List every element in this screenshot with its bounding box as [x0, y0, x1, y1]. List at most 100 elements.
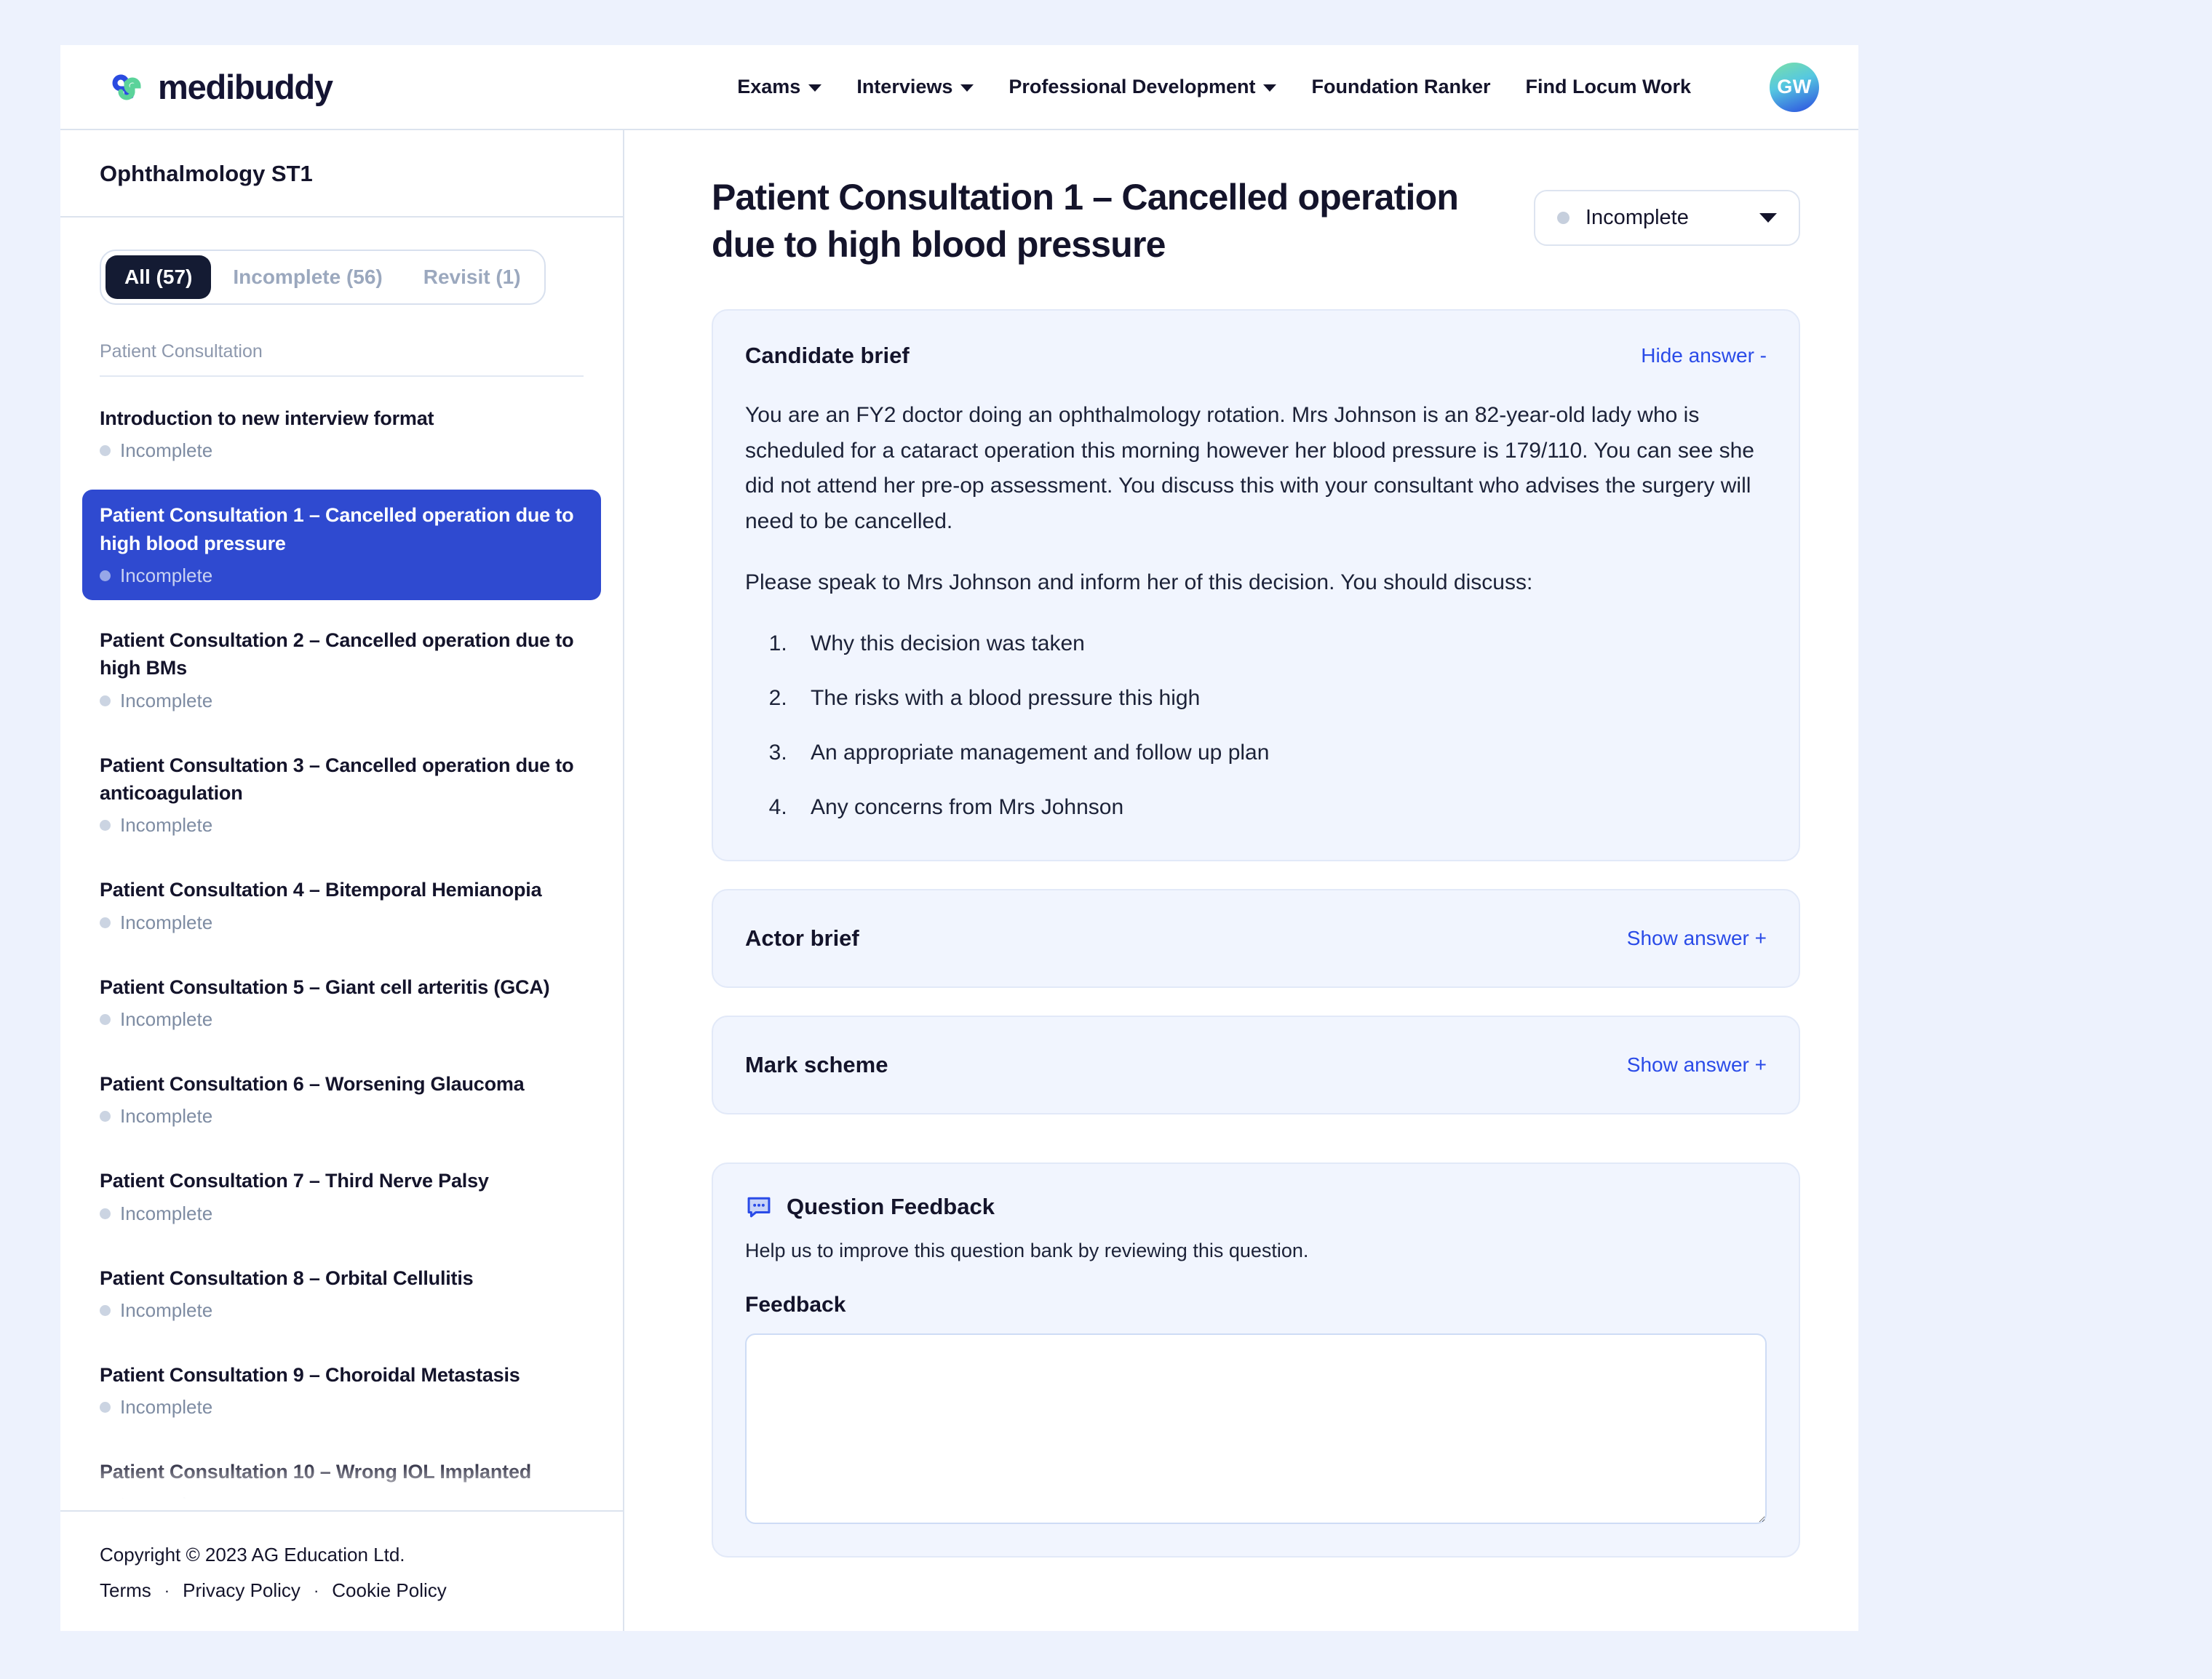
- nav-item-foundation-ranker[interactable]: Foundation Ranker: [1311, 76, 1490, 98]
- nav-item-label: Professional Development: [1008, 76, 1256, 97]
- body-split: Ophthalmology ST1 All (57) Incomplete (5…: [60, 130, 1858, 1631]
- feedback-header: Question Feedback: [745, 1193, 1767, 1221]
- status-dot-icon: [100, 820, 111, 831]
- list-item-title: Patient Consultation 9 – Choroidal Metas…: [100, 1363, 520, 1386]
- list-item[interactable]: Patient Consultation 3 – Cancelled opera…: [82, 740, 601, 850]
- status-label: Incomplete: [120, 1008, 213, 1030]
- show-answer-link-actor-brief[interactable]: Show answer +: [1627, 927, 1767, 950]
- status-dot-icon: [100, 917, 111, 928]
- filter-pill-all[interactable]: All (57): [106, 255, 212, 299]
- nav-item-exams[interactable]: Exams: [737, 76, 822, 98]
- filter-wrap: All (57) Incomplete (56) Revisit (1): [60, 218, 623, 305]
- feedback-field-label: Feedback: [745, 1292, 846, 1317]
- list-item[interactable]: Patient Consultation 9 – Choroidal Metas…: [82, 1349, 601, 1432]
- sidebar-footer: Copyright © 2023 AG Education Ltd. Terms…: [60, 1510, 623, 1631]
- filter-pill-incomplete[interactable]: Incomplete (56): [214, 255, 401, 299]
- brief-discussion-list: Why this decision was taken The risks wi…: [793, 627, 1767, 823]
- list-item-title: Patient Consultation 4 – Bitemporal Hemi…: [100, 879, 542, 901]
- status-dot-icon: [100, 1013, 111, 1025]
- brief-list-item: The risks with a blood pressure this hig…: [793, 682, 1767, 714]
- status-dropdown[interactable]: Incomplete: [1534, 190, 1800, 246]
- status-label: Incomplete: [120, 1202, 213, 1224]
- filter-pill-revisit[interactable]: Revisit (1): [405, 255, 540, 299]
- status-badge: Incomplete: [100, 565, 584, 587]
- footer-links: Terms · Privacy Policy · Cookie Policy: [100, 1579, 584, 1602]
- list-item-title: Patient Consultation 8 – Orbital Celluli…: [100, 1267, 474, 1289]
- list-item-title: Patient Consultation 7 – Third Nerve Pal…: [100, 1170, 489, 1192]
- list-item-title: Patient Consultation 2 – Cancelled opera…: [100, 629, 574, 679]
- mark-scheme-title: Mark scheme: [745, 1051, 888, 1077]
- status-label: Incomplete: [120, 1299, 213, 1321]
- app-shell: medibuddy Exams Interviews Professional …: [60, 45, 1858, 1631]
- list-item[interactable]: Patient Consultation 5 – Giant cell arte…: [82, 962, 601, 1044]
- card-header: Mark scheme Show answer +: [745, 1052, 1767, 1078]
- filter-pill-group: All (57) Incomplete (56) Revisit (1): [100, 250, 546, 305]
- show-answer-link-mark-scheme[interactable]: Show answer +: [1627, 1053, 1767, 1077]
- question-list[interactable]: Introduction to new interview format Inc…: [60, 377, 623, 1510]
- actor-brief-title: Actor brief: [745, 925, 859, 951]
- footer-link-terms[interactable]: Terms: [100, 1579, 151, 1602]
- feedback-title: Question Feedback: [787, 1193, 995, 1219]
- feedback-subtitle: Help us to improve this question bank by…: [745, 1239, 1309, 1261]
- nav-item-professional-development[interactable]: Professional Development: [1008, 76, 1277, 98]
- status-badge: Incomplete: [100, 1396, 584, 1419]
- chevron-down-icon: [1759, 213, 1777, 223]
- chevron-down-icon: [960, 84, 974, 92]
- list-item-title: Patient Consultation 5 – Giant cell arte…: [100, 976, 550, 998]
- candidate-brief-title: Candidate brief: [745, 343, 910, 368]
- status-label: Incomplete: [120, 439, 213, 462]
- candidate-brief-body: You are an FY2 doctor doing an ophthalmo…: [745, 398, 1767, 823]
- status-badge: Incomplete: [100, 912, 584, 934]
- footer-link-cookie-policy[interactable]: Cookie Policy: [332, 1579, 447, 1602]
- status-dot-icon: [100, 1499, 111, 1510]
- chevron-down-icon: [1263, 84, 1277, 92]
- status-dot-icon: [1557, 212, 1570, 224]
- list-item-selected[interactable]: Patient Consultation 1 – Cancelled opera…: [82, 490, 601, 600]
- status-badge: Incomplete: [100, 439, 584, 462]
- list-item[interactable]: Patient Consultation 10 – Wrong IOL Impl…: [82, 1446, 601, 1510]
- list-item-title: Patient Consultation 6 – Worsening Glauc…: [100, 1072, 525, 1095]
- brand-name: medibuddy: [158, 68, 333, 106]
- copyright-text: Copyright © 2023 AG Education Ltd.: [100, 1544, 405, 1566]
- brief-list-item: Any concerns from Mrs Johnson: [793, 791, 1767, 823]
- sidebar-section-label: Patient Consultation: [100, 341, 584, 377]
- sidebar-title: Ophthalmology ST1: [60, 130, 623, 218]
- actor-brief-card: Actor brief Show answer +: [712, 888, 1800, 988]
- nav-item-find-locum-work[interactable]: Find Locum Work: [1526, 76, 1692, 98]
- list-item[interactable]: Patient Consultation 6 – Worsening Glauc…: [82, 1058, 601, 1141]
- status-dot-icon: [100, 445, 111, 457]
- feedback-textarea[interactable]: [745, 1333, 1767, 1524]
- list-item[interactable]: Patient Consultation 4 – Bitemporal Hemi…: [82, 864, 601, 946]
- list-item[interactable]: Patient Consultation 7 – Third Nerve Pal…: [82, 1155, 601, 1237]
- medibuddy-logo-icon: [112, 74, 141, 100]
- brand-logo[interactable]: medibuddy: [111, 67, 333, 107]
- app-page: medibuddy Exams Interviews Professional …: [0, 0, 2212, 1679]
- nav-item-interviews[interactable]: Interviews: [856, 76, 974, 98]
- nav-item-label: Interviews: [856, 76, 953, 97]
- question-feedback-card: Question Feedback Help us to improve thi…: [712, 1162, 1800, 1558]
- hide-answer-link[interactable]: Hide answer -: [1641, 344, 1767, 367]
- footer-separator: ·: [313, 1581, 319, 1600]
- list-item[interactable]: Patient Consultation 2 – Cancelled opera…: [82, 615, 601, 725]
- status-label: Incomplete: [120, 911, 213, 933]
- candidate-brief-card: Candidate brief Hide answer - You are an…: [712, 309, 1800, 861]
- footer-separator: ·: [164, 1581, 170, 1600]
- status-dot-icon: [100, 1402, 111, 1413]
- speech-bubble-icon: [747, 1197, 771, 1218]
- status-dot-icon: [100, 1111, 111, 1122]
- list-item[interactable]: Patient Consultation 8 – Orbital Celluli…: [82, 1253, 601, 1335]
- status-dot-icon: [100, 1304, 111, 1316]
- status-badge: Incomplete: [100, 1105, 584, 1128]
- list-item-title: Patient Consultation 10 – Wrong IOL Impl…: [100, 1461, 532, 1483]
- mark-scheme-card: Mark scheme Show answer +: [712, 1015, 1800, 1114]
- status-badge: Incomplete: [100, 1008, 584, 1031]
- list-item[interactable]: Introduction to new interview format Inc…: [82, 393, 601, 475]
- footer-link-privacy-policy[interactable]: Privacy Policy: [183, 1579, 301, 1602]
- avatar[interactable]: GW: [1770, 62, 1819, 112]
- status-label: Incomplete: [120, 1493, 213, 1510]
- status-badge: Incomplete: [100, 690, 584, 712]
- brief-paragraph-1: You are an FY2 doctor doing an ophthalmo…: [745, 403, 1754, 533]
- brief-list-item: Why this decision was taken: [793, 627, 1767, 660]
- top-navigation-bar: medibuddy Exams Interviews Professional …: [60, 45, 1858, 130]
- page-title: Patient Consultation 1 – Cancelled opera…: [712, 177, 1459, 265]
